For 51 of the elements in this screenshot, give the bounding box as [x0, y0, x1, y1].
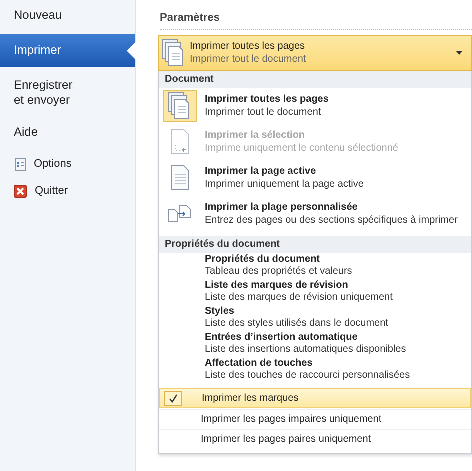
option-description: Entrez des pages ou des sections spécifiques à imprimer — [205, 214, 459, 227]
menu-toggle[interactable]: Imprimer les marques — [159, 388, 471, 408]
option-description: Imprimer uniquement la page active — [205, 178, 365, 191]
option-title: Imprimer la page active — [205, 165, 318, 178]
document-icon — [14, 158, 26, 171]
option-description: Tableau des propriétés et valeurs — [205, 266, 354, 278]
menu-option[interactable]: Liste des marques de révision Liste des marques de révision uniquement — [159, 279, 471, 305]
sidebar-item[interactable]: Enregistrer et envoyer — [0, 72, 135, 114]
menu-toggle[interactable]: Imprimer les pages paires uniquement — [159, 429, 471, 448]
menu-option[interactable]: Styles Liste des styles utilisés dans le document — [159, 305, 471, 331]
option-title: Affectation de touches — [205, 358, 314, 370]
caret-icon — [456, 51, 463, 55]
option-title: Liste des marques de révision — [205, 280, 350, 292]
menu-section-heading: Document — [159, 71, 471, 88]
close-icon — [14, 185, 27, 198]
toggle-label: Imprimer les pages paires uniquement — [201, 434, 372, 444]
menu-section-heading: Propriétés du document — [159, 236, 471, 253]
pages-icon — [168, 92, 192, 120]
check-icon — [164, 390, 182, 406]
sidebar-item[interactable]: Options — [0, 151, 135, 178]
sidebar-item[interactable]: Imprimer — [0, 34, 135, 67]
print-range-dropdown[interactable]: Imprimer toutes les pages Imprimer tout le document — [158, 35, 472, 71]
toggle-label: Imprimer les pages impaires uniquement — [201, 414, 382, 424]
option-description: Imprimer tout le document — [205, 106, 322, 119]
option-description: Liste des insertions automatiques disponibles — [205, 344, 408, 356]
section-heading: Paramètres — [160, 12, 472, 30]
menu-option[interactable]: Entrées d’insertion automatique Liste des insertions automatiques disponibles — [159, 331, 471, 357]
option-title: Imprimer la plage personnalisée — [205, 201, 359, 214]
menu-toggle[interactable]: Imprimer les pages impaires uniquement — [159, 409, 471, 428]
menu-option[interactable]: Propriétés du document Tableau des propriétés et valeurs — [159, 253, 471, 279]
toggle-label: Imprimer les marques — [202, 392, 299, 404]
dropdown-title: Imprimer toutes les pages — [190, 40, 306, 53]
dropdown-description: Imprimer tout le document — [190, 53, 308, 66]
option-description: Imprime uniquement le contenu sélectionné — [205, 142, 400, 155]
menu-option[interactable]: Imprimer la page active Imprimer uniquement la page active — [159, 160, 471, 196]
option-description: Liste des marques de révision uniquement — [205, 292, 394, 304]
sidebar-item[interactable]: Quitter — [0, 178, 135, 205]
option-description: Liste des touches de raccourci personnalisées — [205, 370, 412, 382]
page-range-icon — [167, 204, 193, 224]
pages-icon — [162, 39, 186, 67]
menu-option[interactable]: Imprimer la plage personnalisée Entrez des pages ou des sections spécifiques à imprimer — [159, 196, 471, 232]
option-title: Imprimer toutes les pages — [205, 93, 330, 106]
option-title: Styles — [205, 306, 236, 318]
option-title: Imprimer la sélection — [205, 129, 306, 142]
option-title: Entrées d’insertion automatique — [205, 332, 359, 344]
menu-option[interactable]: Affectation de touches Liste des touches de raccourci personnalisées — [159, 357, 471, 383]
menu-option[interactable]: Imprimer toutes les pages Imprimer tout le document — [159, 88, 471, 124]
sidebar-item[interactable]: Nouveau — [0, 2, 135, 29]
option-title: Propriétés du document — [205, 254, 322, 266]
option-description: Liste des styles utilisés dans le document — [205, 318, 390, 330]
sidebar-item[interactable]: Aide — [0, 119, 135, 146]
